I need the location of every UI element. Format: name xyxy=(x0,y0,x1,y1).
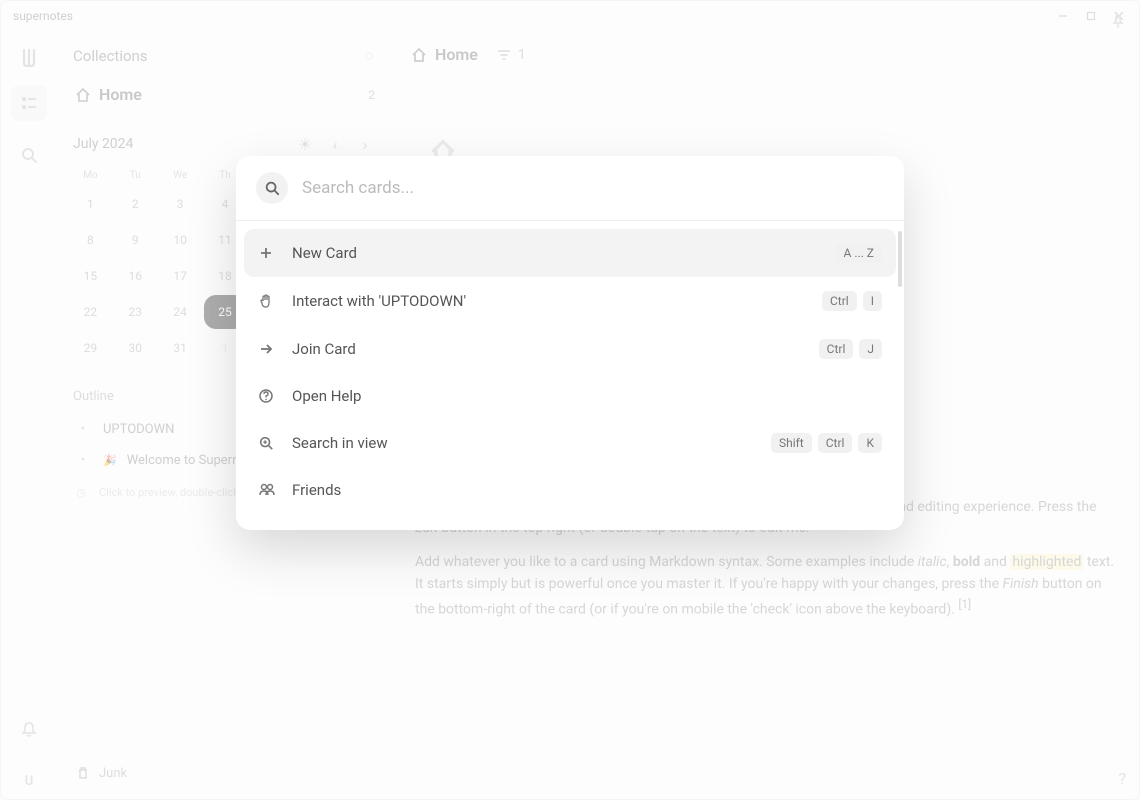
keyboard-shortcut: Ctrl xyxy=(818,433,853,453)
palette-item-interact-with-uptodown[interactable]: Interact with 'UPTODOWN' Ctrl I xyxy=(244,277,896,325)
palette-item-label: Open Help xyxy=(292,387,866,405)
plus-icon xyxy=(258,245,276,261)
palette-item-shortcuts: Shift CtrlK xyxy=(771,433,882,453)
modal-overlay[interactable]: New Card A ... Z Interact with 'UPTODOWN' C… xyxy=(0,0,1140,800)
palette-item-shortcuts: A ... Z xyxy=(836,243,882,263)
palette-item-open-help[interactable]: Open Help xyxy=(244,373,896,419)
scrollbar-thumb[interactable] xyxy=(898,231,902,287)
zoom-icon xyxy=(258,435,276,451)
palette-item-new-card[interactable]: New Card A ... Z xyxy=(244,229,896,277)
palette-item-friends[interactable]: Friends xyxy=(244,467,896,513)
palette-item-label: Friends xyxy=(292,481,866,499)
keyboard-shortcut: Ctrl xyxy=(822,291,857,311)
palette-item-shortcuts: CtrlJ xyxy=(819,339,882,359)
search-icon xyxy=(256,172,288,204)
palette-item-join-card[interactable]: Join Card CtrlJ xyxy=(244,325,896,373)
palette-item-label: Join Card xyxy=(292,340,803,358)
keyboard-shortcut: Ctrl xyxy=(819,339,854,359)
palette-search-row xyxy=(236,156,904,221)
palette-item-label: New Card xyxy=(292,244,820,262)
palette-item-label: Interact with 'UPTODOWN' xyxy=(292,292,806,310)
keyboard-shortcut: I xyxy=(863,291,882,311)
keyboard-shortcut: A ... Z xyxy=(836,243,882,263)
hand-icon xyxy=(258,293,276,309)
arrow-icon xyxy=(258,341,276,357)
palette-list: New Card A ... Z Interact with 'UPTODOWN' C… xyxy=(236,221,904,530)
keyboard-shortcut: Shift xyxy=(771,433,812,453)
keyboard-shortcut: K xyxy=(858,433,882,453)
friends-icon xyxy=(258,482,276,498)
search-input[interactable] xyxy=(302,178,884,198)
command-palette: New Card A ... Z Interact with 'UPTODOWN' C… xyxy=(236,156,904,530)
keyboard-shortcut: J xyxy=(859,339,882,359)
palette-item-label: Search in view xyxy=(292,434,755,452)
help-icon xyxy=(258,388,276,404)
palette-item-search-in-view[interactable]: Search in view Shift CtrlK xyxy=(244,419,896,467)
palette-item-shortcuts: Ctrl I xyxy=(822,291,882,311)
